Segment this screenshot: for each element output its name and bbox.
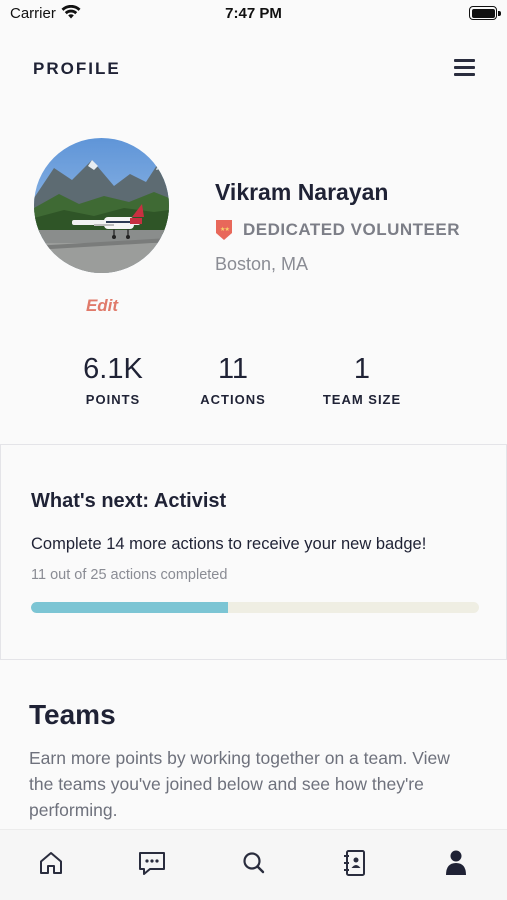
stat-team-size: 1 TEAM SIZE <box>297 352 427 407</box>
next-badge-card: What's next: Activist Complete 14 more a… <box>0 444 507 660</box>
next-badge-title: What's next: Activist <box>31 490 227 512</box>
tab-profile[interactable] <box>439 848 473 882</box>
next-badge-description: Complete 14 more actions to receive your… <box>31 535 427 553</box>
progress-text: 11 out of 25 actions completed <box>31 567 228 583</box>
stat-actions: 11 ACTIONS <box>168 352 298 407</box>
badge-label: DEDICATED VOLUNTEER <box>243 220 460 239</box>
battery-icon <box>469 6 501 20</box>
user-location: Boston, MA <box>215 254 309 274</box>
user-name: Vikram Narayan <box>215 179 389 205</box>
page-title: PROFILE <box>33 59 121 78</box>
tab-bar <box>0 829 507 900</box>
teams-description: Earn more points by working together on … <box>29 748 450 820</box>
home-icon <box>37 849 65 882</box>
progress-bar-fill <box>31 602 229 613</box>
stat-value: 1 <box>353 353 371 385</box>
clock: 7:47 PM <box>225 5 282 22</box>
hamburger-menu-icon[interactable] <box>454 58 476 76</box>
avatar <box>34 138 169 273</box>
tab-home[interactable] <box>34 848 68 882</box>
badge-shield-icon: ★ ★ <box>215 219 233 241</box>
stat-value: 6.1K <box>83 353 143 385</box>
tab-chat[interactable] <box>135 848 169 882</box>
stat-label: ACTIONS <box>200 392 266 407</box>
stat-label: TEAM SIZE <box>322 392 402 407</box>
status-bar: Carrier 7:47 PM <box>0 0 507 28</box>
teams-heading: Teams <box>29 699 116 730</box>
progress-bar <box>31 602 479 613</box>
tab-contacts[interactable] <box>338 848 372 882</box>
search-icon <box>240 849 268 882</box>
badge-row: ★ ★ DEDICATED VOLUNTEER <box>215 218 460 242</box>
stat-label: POINTS <box>85 392 141 407</box>
chat-icon <box>137 849 167 882</box>
profile-icon <box>442 848 470 883</box>
stat-value: 11 <box>217 353 249 385</box>
svg-text:★: ★ <box>225 226 230 233</box>
contacts-book-icon <box>341 848 369 883</box>
edit-profile-link[interactable]: Edit <box>60 296 144 316</box>
stat-points: 6.1K POINTS <box>48 352 178 407</box>
tab-search[interactable] <box>237 848 271 882</box>
